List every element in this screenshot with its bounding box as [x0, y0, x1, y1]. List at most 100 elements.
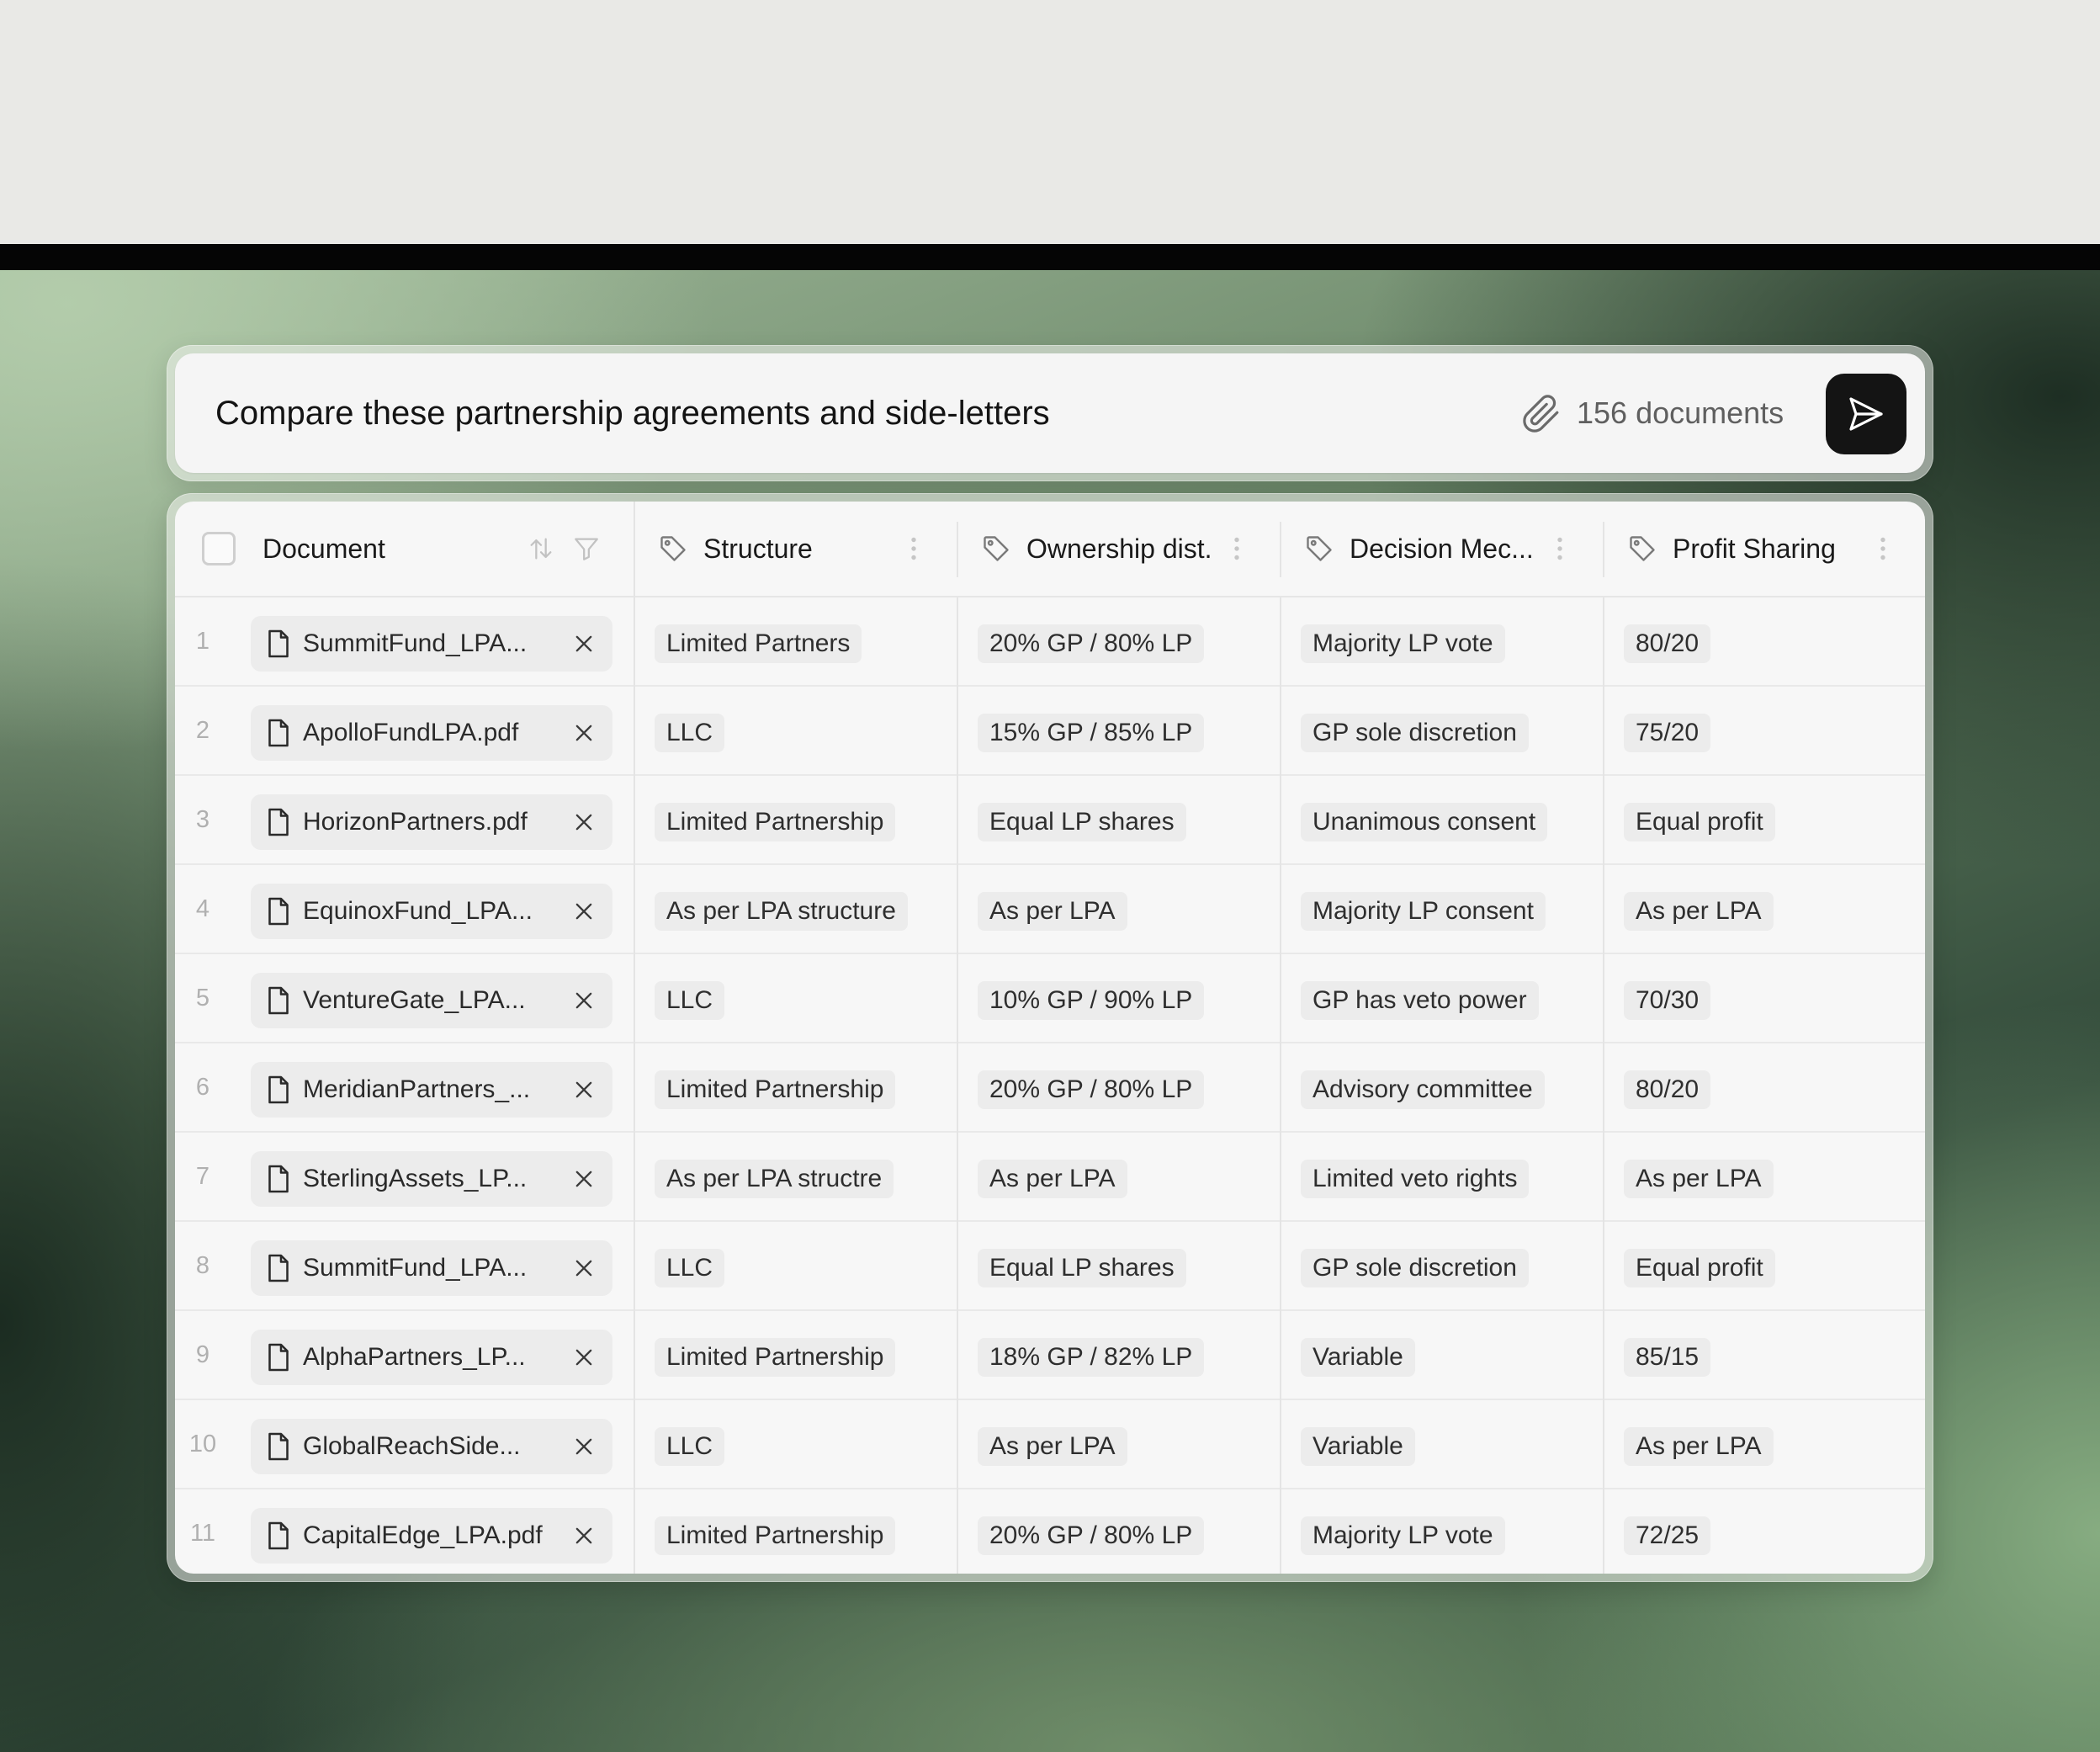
- decision-value[interactable]: Variable: [1301, 1338, 1415, 1377]
- decision-value[interactable]: Unanimous consent: [1301, 803, 1548, 841]
- ownership-value[interactable]: As per LPA: [978, 1160, 1127, 1198]
- structure-value[interactable]: As per LPA structure: [655, 892, 908, 931]
- profit-value[interactable]: 80/20: [1624, 1070, 1711, 1109]
- table-row[interactable]: 6 MeridianPartners_... Limited Partnersh…: [175, 1043, 1925, 1133]
- structure-value[interactable]: LLC: [655, 981, 725, 1020]
- document-chip[interactable]: SterlingAssets_LP...: [251, 1151, 612, 1207]
- decision-value[interactable]: Majority LP consent: [1301, 892, 1546, 931]
- ownership-value[interactable]: 15% GP / 85% LP: [978, 714, 1205, 752]
- column-header-profit[interactable]: Profit Sharing: [1604, 502, 1925, 596]
- column-menu-icon[interactable]: [1875, 534, 1891, 564]
- table-row[interactable]: 3 HorizonPartners.pdf Limited Partnershi…: [175, 776, 1925, 865]
- close-icon[interactable]: [572, 1524, 596, 1548]
- table-row[interactable]: 1 SummitFund_LPA... Limited Partners 20% …: [175, 597, 1925, 687]
- ownership-value[interactable]: 20% GP / 80% LP: [978, 624, 1205, 663]
- prompt-input[interactable]: Compare these partnership agreements and…: [215, 353, 1050, 473]
- document-chip[interactable]: ApolloFundLPA.pdf: [251, 705, 612, 761]
- document-chip[interactable]: AlphaPartners_LP...: [251, 1330, 612, 1385]
- filter-icon[interactable]: [572, 534, 601, 564]
- profit-value[interactable]: 72/25: [1624, 1516, 1711, 1555]
- column-menu-icon[interactable]: [1228, 534, 1245, 564]
- profit-value[interactable]: As per LPA: [1624, 1160, 1774, 1198]
- ownership-value[interactable]: 20% GP / 80% LP: [978, 1070, 1205, 1109]
- document-chip[interactable]: SummitFund_LPA...: [251, 616, 612, 672]
- profit-value[interactable]: Equal profit: [1624, 803, 1775, 841]
- profit-value[interactable]: 85/15: [1624, 1338, 1711, 1377]
- ownership-value[interactable]: As per LPA: [978, 1427, 1127, 1466]
- prompt-card: Compare these partnership agreements and…: [167, 345, 1933, 481]
- column-header-document[interactable]: Document: [175, 502, 634, 596]
- ownership-value[interactable]: 18% GP / 82% LP: [978, 1338, 1205, 1377]
- close-icon[interactable]: [572, 1256, 596, 1280]
- document-chip[interactable]: GlobalReachSide...: [251, 1419, 612, 1474]
- file-icon: [268, 1165, 289, 1193]
- document-chip[interactable]: SummitFund_LPA...: [251, 1240, 612, 1296]
- table-row[interactable]: 9 AlphaPartners_LP... Limited Partnershi…: [175, 1311, 1925, 1400]
- structure-value[interactable]: Limited Partnership: [655, 1516, 896, 1555]
- profit-value[interactable]: 70/30: [1624, 981, 1711, 1020]
- close-icon[interactable]: [572, 900, 596, 923]
- table-row[interactable]: 11 CapitalEdge_LPA.pdf Limited Partnersh…: [175, 1489, 1925, 1574]
- paperclip-icon[interactable]: [1521, 394, 1562, 434]
- structure-value[interactable]: LLC: [655, 714, 725, 752]
- structure-value[interactable]: As per LPA structre: [655, 1160, 894, 1198]
- document-count[interactable]: 156 documents: [1577, 353, 1784, 473]
- close-icon[interactable]: [572, 1435, 596, 1458]
- profit-value[interactable]: Equal profit: [1624, 1249, 1775, 1287]
- column-header-decision[interactable]: Decision Mec...: [1281, 502, 1604, 596]
- close-icon[interactable]: [572, 989, 596, 1012]
- table-row[interactable]: 5 VentureGate_LPA... LLC 10% GP / 90% LP G…: [175, 954, 1925, 1043]
- document-chip[interactable]: HorizonPartners.pdf: [251, 794, 612, 850]
- structure-value[interactable]: Limited Partners: [655, 624, 862, 663]
- close-icon[interactable]: [572, 810, 596, 834]
- file-icon: [268, 1343, 289, 1372]
- decision-value[interactable]: Advisory committee: [1301, 1070, 1545, 1109]
- decision-value[interactable]: Majority LP vote: [1301, 624, 1505, 663]
- structure-value[interactable]: Limited Partnership: [655, 803, 896, 841]
- select-all-checkbox[interactable]: [202, 532, 236, 565]
- decision-value[interactable]: Variable: [1301, 1427, 1415, 1466]
- decision-value[interactable]: Limited veto rights: [1301, 1160, 1530, 1198]
- column-header-ownership[interactable]: Ownership dist.: [957, 502, 1281, 596]
- profit-value[interactable]: 80/20: [1624, 624, 1711, 663]
- column-menu-icon[interactable]: [1551, 534, 1568, 564]
- decision-value[interactable]: GP has veto power: [1301, 981, 1539, 1020]
- ownership-value[interactable]: As per LPA: [978, 892, 1127, 931]
- column-menu-icon[interactable]: [905, 534, 922, 564]
- profit-value[interactable]: 75/20: [1624, 714, 1711, 752]
- send-button[interactable]: [1826, 374, 1906, 454]
- ownership-value[interactable]: 10% GP / 90% LP: [978, 981, 1205, 1020]
- table-row[interactable]: 7 SterlingAssets_LP... As per LPA struct…: [175, 1133, 1925, 1222]
- tag-icon: [660, 536, 686, 561]
- table-row[interactable]: 2 ApolloFundLPA.pdf LLC 15% GP / 85% LP GP…: [175, 687, 1925, 776]
- sort-icon[interactable]: [527, 534, 555, 564]
- structure-value[interactable]: LLC: [655, 1249, 725, 1287]
- prompt-input-box[interactable]: Compare these partnership agreements and…: [175, 353, 1925, 473]
- column-header-structure[interactable]: Structure: [634, 502, 957, 596]
- document-chip[interactable]: CapitalEdge_LPA.pdf: [251, 1508, 612, 1564]
- structure-value[interactable]: Limited Partnership: [655, 1338, 896, 1377]
- profit-value[interactable]: As per LPA: [1624, 1427, 1774, 1466]
- close-icon[interactable]: [572, 721, 596, 745]
- document-chip[interactable]: MeridianPartners_...: [251, 1062, 612, 1118]
- close-icon[interactable]: [572, 1346, 596, 1369]
- ownership-value[interactable]: 20% GP / 80% LP: [978, 1516, 1205, 1555]
- row-number: 10: [188, 1431, 217, 1457]
- table-row[interactable]: 10 GlobalReachSide... LLC As per LPA Varia…: [175, 1400, 1925, 1489]
- document-chip[interactable]: EquinoxFund_LPA...: [251, 884, 612, 939]
- close-icon[interactable]: [572, 1078, 596, 1102]
- table-row[interactable]: 4 EquinoxFund_LPA... As per LPA structur…: [175, 865, 1925, 954]
- document-chip[interactable]: VentureGate_LPA...: [251, 973, 612, 1028]
- structure-value[interactable]: LLC: [655, 1427, 725, 1466]
- ownership-value[interactable]: Equal LP shares: [978, 803, 1186, 841]
- table-row[interactable]: 8 SummitFund_LPA... LLC Equal LP shares GP…: [175, 1222, 1925, 1311]
- structure-value[interactable]: Limited Partnership: [655, 1070, 896, 1109]
- decision-value[interactable]: GP sole discretion: [1301, 714, 1529, 752]
- close-icon[interactable]: [572, 1167, 596, 1191]
- close-icon[interactable]: [572, 632, 596, 656]
- profit-value[interactable]: As per LPA: [1624, 892, 1774, 931]
- decision-value[interactable]: GP sole discretion: [1301, 1249, 1529, 1287]
- ownership-value[interactable]: Equal LP shares: [978, 1249, 1186, 1287]
- decision-value[interactable]: Majority LP vote: [1301, 1516, 1505, 1555]
- row-number: 3: [195, 806, 210, 833]
